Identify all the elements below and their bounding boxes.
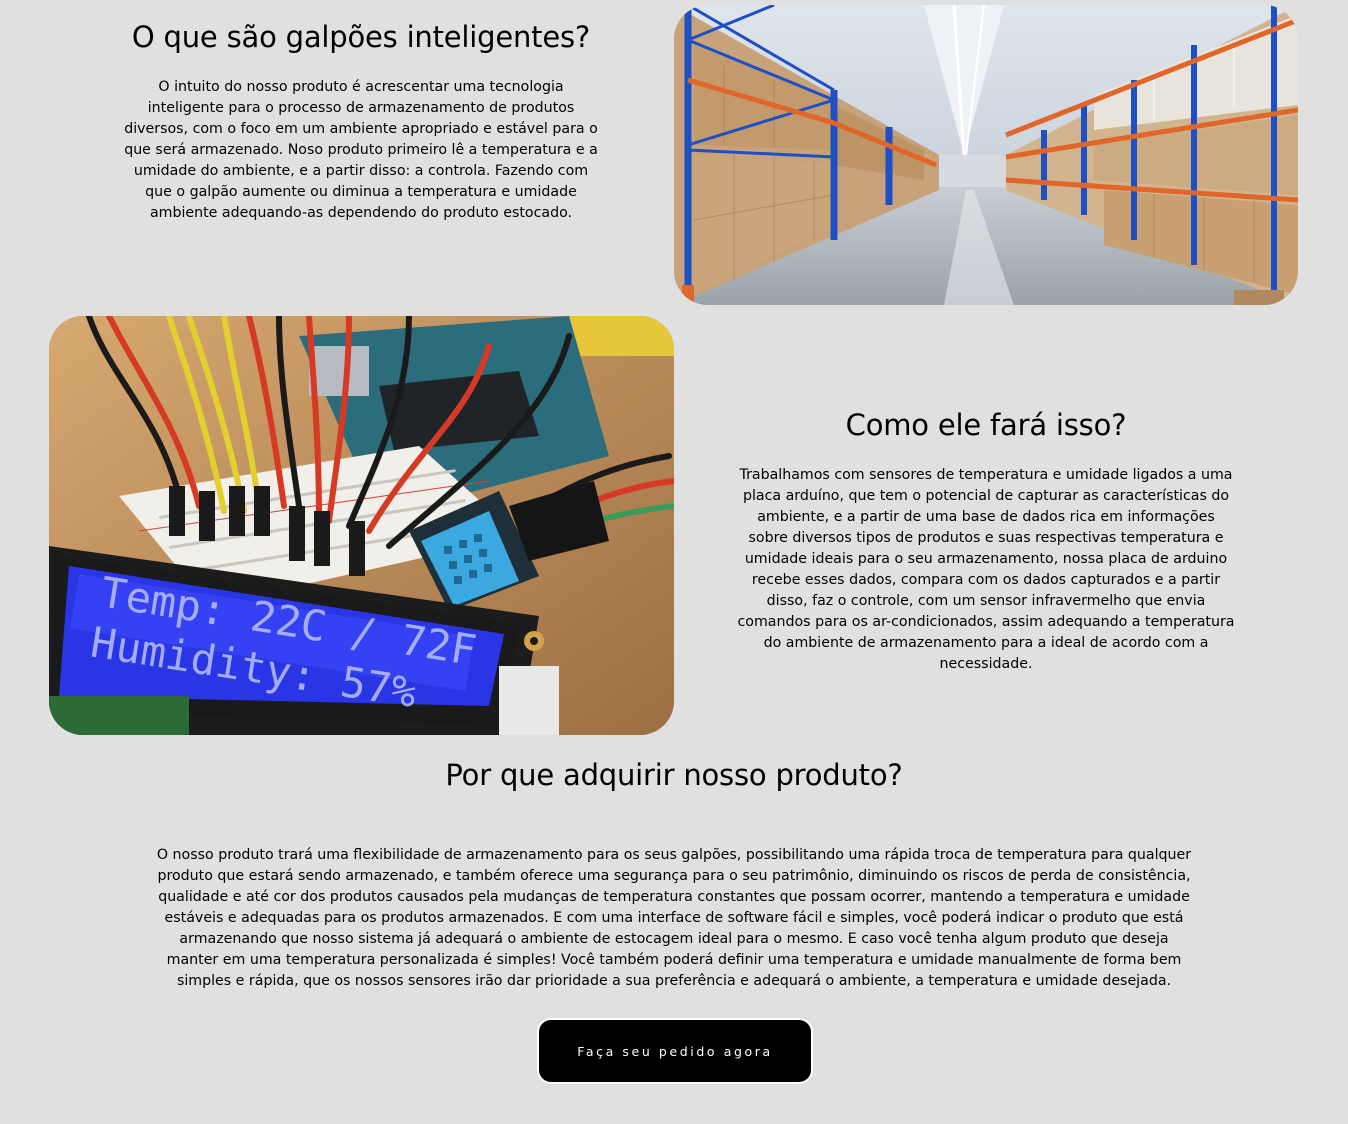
- intro-title: O que são galpões inteligentes?: [131, 20, 591, 54]
- page: O que são galpões inteligentes? O intuit…: [0, 0, 1348, 1124]
- intro-paragraph: O intuito do nosso produto é acrescentar…: [124, 79, 598, 221]
- warehouse-image: [674, 5, 1298, 305]
- why-paragraph: O nosso produto trará uma flexibilidade …: [156, 847, 1192, 989]
- intro-section: O que são galpões inteligentes? O intuit…: [120, 20, 602, 224]
- how-paragraph: Trabalhamos com sensores de temperatura …: [737, 467, 1235, 672]
- how-section: Como ele fará isso? Trabalhamos com sens…: [736, 408, 1236, 675]
- how-title: Como ele fará isso?: [845, 408, 1127, 442]
- why-title: Por que adquirir nosso produto?: [445, 758, 903, 792]
- order-now-button[interactable]: Faça seu pedido agora: [537, 1018, 813, 1084]
- arduino-lcd-image: Temp: 22C / 72F Humidity: 57%: [49, 316, 674, 735]
- why-section: Por que adquirir nosso produto? O nosso …: [0, 758, 1348, 992]
